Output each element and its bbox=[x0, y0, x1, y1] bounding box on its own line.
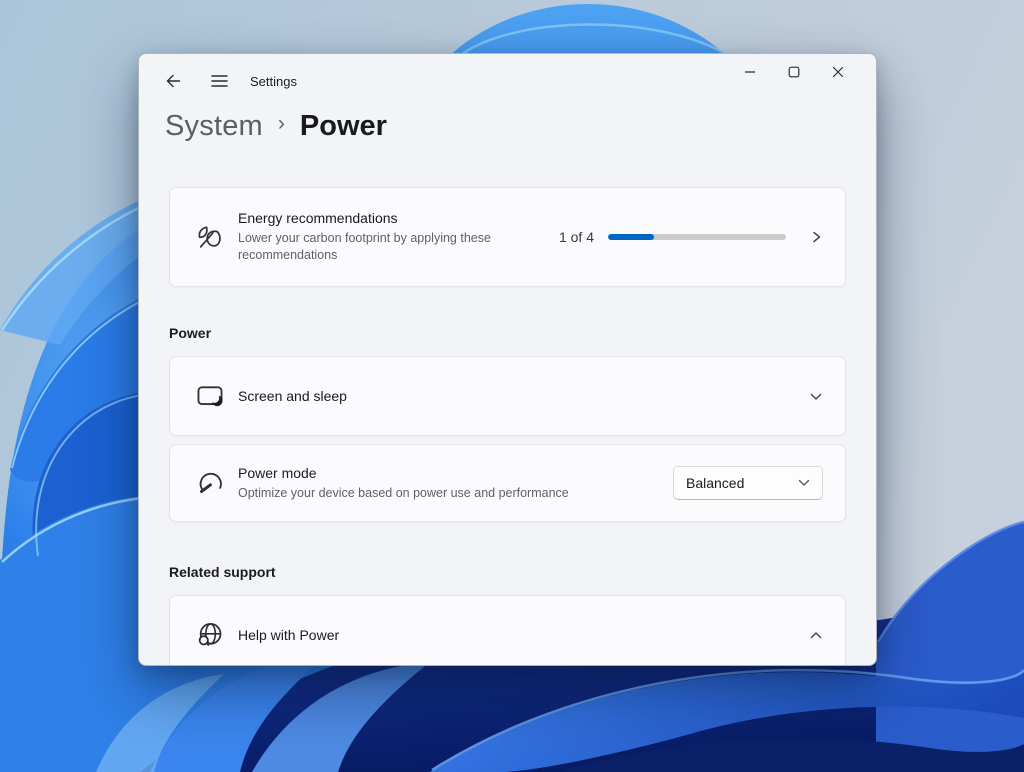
close-button[interactable] bbox=[816, 58, 860, 86]
app-title: Settings bbox=[250, 74, 297, 89]
energy-progress-fill bbox=[608, 234, 654, 240]
minimize-button[interactable] bbox=[728, 58, 772, 86]
energy-card-title: Energy recommendations bbox=[238, 210, 556, 226]
globe-search-icon bbox=[194, 620, 226, 650]
titlebar: Settings bbox=[157, 62, 297, 100]
settings-window: Settings System › Power bbox=[138, 53, 877, 666]
breadcrumb: System › Power bbox=[165, 104, 387, 148]
screen-moon-icon bbox=[194, 381, 226, 411]
desktop: Settings System › Power bbox=[0, 0, 1024, 772]
energy-card-text: Energy recommendations Lower your carbon… bbox=[238, 210, 556, 264]
screen-card-text: Screen and sleep bbox=[238, 388, 347, 404]
chevron-down-icon bbox=[798, 479, 810, 487]
navigation-menu-button[interactable] bbox=[203, 65, 235, 97]
caption-buttons bbox=[728, 58, 860, 86]
chevron-down-icon[interactable] bbox=[809, 390, 823, 403]
energy-card-subtitle: Lower your carbon footprint by applying … bbox=[238, 230, 556, 264]
screen-and-sleep-card[interactable]: Screen and sleep bbox=[169, 356, 846, 436]
breadcrumb-system[interactable]: System bbox=[165, 110, 263, 143]
help-with-power-card[interactable]: Help with Power bbox=[169, 595, 846, 666]
page-title: Power bbox=[300, 110, 387, 143]
help-card-title: Help with Power bbox=[238, 627, 339, 643]
energy-progress-bar bbox=[608, 234, 786, 240]
progress-label: 1 of 4 bbox=[559, 229, 594, 245]
screen-card-title: Screen and sleep bbox=[238, 388, 347, 404]
maximize-icon bbox=[788, 66, 800, 78]
power-mode-card: Power mode Optimize your device based on… bbox=[169, 444, 846, 522]
power-mode-dropdown[interactable]: Balanced bbox=[673, 466, 823, 500]
leaf-icon bbox=[194, 222, 226, 252]
power-mode-title: Power mode bbox=[238, 465, 569, 481]
power-mode-dropdown-value: Balanced bbox=[686, 475, 744, 491]
section-power: Power bbox=[169, 325, 211, 341]
section-related-support: Related support bbox=[169, 564, 276, 580]
back-arrow-icon bbox=[165, 73, 182, 89]
hamburger-icon bbox=[211, 74, 228, 88]
energy-recommendations-card[interactable]: Energy recommendations Lower your carbon… bbox=[169, 187, 846, 287]
chevron-up-icon[interactable] bbox=[809, 629, 823, 642]
maximize-button[interactable] bbox=[772, 58, 816, 86]
breadcrumb-separator-icon: › bbox=[278, 112, 285, 136]
back-button[interactable] bbox=[157, 65, 189, 97]
help-card-text: Help with Power bbox=[238, 627, 339, 643]
chevron-right-icon bbox=[810, 230, 823, 244]
gauge-icon bbox=[194, 468, 226, 498]
close-icon bbox=[832, 66, 844, 78]
minimize-icon bbox=[744, 66, 756, 78]
power-mode-subtitle: Optimize your device based on power use … bbox=[238, 485, 569, 502]
power-mode-text: Power mode Optimize your device based on… bbox=[238, 465, 569, 502]
